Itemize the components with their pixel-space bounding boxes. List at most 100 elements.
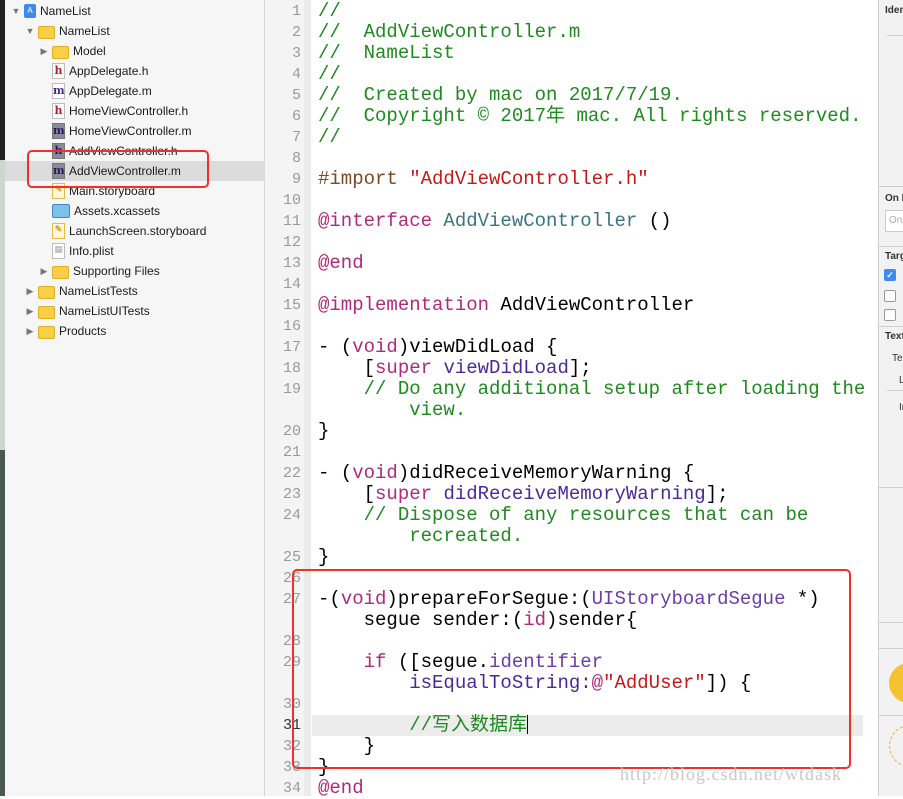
code-token-comment: recreated. [318,525,524,547]
code-token-comment: // [318,0,341,22]
disclosure-triangle-icon[interactable]: ▶ [25,326,35,336]
navigator-item[interactable]: ▶ Model [5,41,298,61]
line-number: 22 [282,465,301,482]
code-line[interactable]: view. [318,400,466,421]
on-demand-tags-field[interactable]: On [885,210,903,232]
code-token-kw: void [352,336,398,358]
code-line[interactable]: // [318,1,341,22]
code-token-cls: AddViewController [443,210,638,232]
folder-icon [38,25,55,39]
code-line[interactable]: // AddViewController.m [318,22,580,43]
folder-icon [38,325,55,339]
disclosure-triangle-icon[interactable]: ▼ [11,6,21,16]
code-line[interactable]: // [318,127,341,148]
code-token-plain: () [637,210,672,232]
code-line[interactable]: recreated. [318,526,523,547]
line-number: 1 [291,3,301,20]
code-token-plain: ]; [568,357,592,379]
code-line[interactable]: @interface AddViewController () [318,211,671,232]
code-line[interactable]: @end [318,253,364,274]
navigator-item-label: NameList [40,4,91,18]
code-token-comment: // Do any additional setup after loading… [318,378,866,400]
code-line[interactable]: // Do any additional setup after loading… [318,378,866,400]
target-checkbox[interactable]: ✓ [884,269,896,281]
code-line[interactable]: } [318,421,329,442]
code-token-plain: )viewDidLoad { [397,336,558,358]
navigator-item[interactable]: ✎ LaunchScreen.storyboard [5,221,298,241]
navigator-item[interactable]: ▦ Info.plist [5,241,298,261]
line-number: 2 [291,24,301,41]
code-token-kw: void [352,462,398,484]
code-line[interactable]: // NameList [318,43,455,64]
library-object-icon[interactable] [889,663,903,703]
disclosure-triangle-icon[interactable]: ▶ [39,266,49,276]
code-token-kw: @implementation [318,294,490,316]
folder-icon [52,45,69,59]
code-line[interactable]: @implementation AddViewController [318,295,694,316]
code-line[interactable]: [super viewDidLoad]; [318,358,592,379]
navigator-item-label: AppDelegate.m [69,84,152,98]
code-token-comment: view. [318,399,467,421]
navigator-item[interactable]: ▶ Products [5,321,284,341]
folder-icon [38,285,55,299]
navigator-item-label: HomeViewController.m [69,124,192,138]
line-number: 10 [282,192,301,209]
disclosure-triangle-icon[interactable]: ▼ [25,26,35,36]
navigator-item[interactable]: ▶ Supporting Files [5,261,298,281]
line-number: 5 [291,87,301,104]
navigator-item-label: NameList [59,24,110,38]
disclosure-triangle-icon[interactable]: ▶ [25,286,35,296]
disclosure-triangle-icon[interactable]: ▶ [39,46,49,56]
code-line[interactable]: // Dispose of any resources that can be [318,504,809,526]
navigator-item[interactable]: h AppDelegate.h [5,61,298,81]
indent-label: In [899,402,903,413]
code-line[interactable]: #import "AddViewController.h" [318,169,649,190]
navigator-item[interactable]: ▶ NameListTests [5,281,284,301]
code-token-comment: // Dispose of any resources that can be [318,504,809,526]
impl-file-dark-icon: m [52,123,65,139]
code-line[interactable]: - (void)viewDidLoad { [318,337,557,358]
header-file-icon: h [52,103,65,119]
code-token-kw: super [375,357,433,379]
navigator-item-label: Model [73,44,106,58]
navigator-item[interactable]: ▼ A NameList [5,1,270,21]
highlight-box-file [27,150,209,188]
navigator-item[interactable]: h HomeViewController.h [5,101,298,121]
navigator-item-label: NameListUITests [59,304,150,318]
header-file-icon: h [52,63,65,79]
line-number: 19 [282,381,301,398]
navigator-item[interactable]: m HomeViewController.m [5,121,298,141]
navigator-item[interactable]: Assets.xcassets [5,201,298,221]
text-encoding-label: Te [892,353,903,364]
code-token-plain: } [318,420,330,442]
navigator-item[interactable]: ▼ NameList [5,21,284,41]
code-token-pre: #import [318,168,410,190]
code-line[interactable]: // Created by mac on 2017/7/19. [318,85,683,106]
line-number: 17 [282,339,301,356]
line-number: 21 [282,444,301,461]
disclosure-triangle-icon[interactable]: ▶ [25,306,35,316]
target-checkbox[interactable] [884,290,896,302]
code-line[interactable]: // Copyright © 2017年 mac. All rights res… [318,106,862,127]
line-number: 24 [282,507,301,524]
library-object-icon[interactable] [889,725,903,767]
navigator-item[interactable]: m AppDelegate.m [5,81,298,101]
navigator-item-label: Assets.xcassets [74,204,161,218]
line-number: 12 [282,234,301,251]
line-number: 13 [282,255,301,272]
line-number: 20 [282,423,301,440]
code-line[interactable]: // [318,64,341,85]
navigator-item[interactable]: ▶ NameListUITests [5,301,284,321]
code-line[interactable]: } [318,547,329,568]
line-number: 8 [291,150,301,167]
code-line[interactable]: [super didReceiveMemoryWarning]; [318,484,729,505]
folder-icon [38,305,55,319]
highlight-box-code [292,569,851,769]
target-checkbox[interactable] [884,309,896,321]
code-token-comment: // [318,63,341,85]
code-line[interactable]: - (void)didReceiveMemoryWarning { [318,463,694,484]
